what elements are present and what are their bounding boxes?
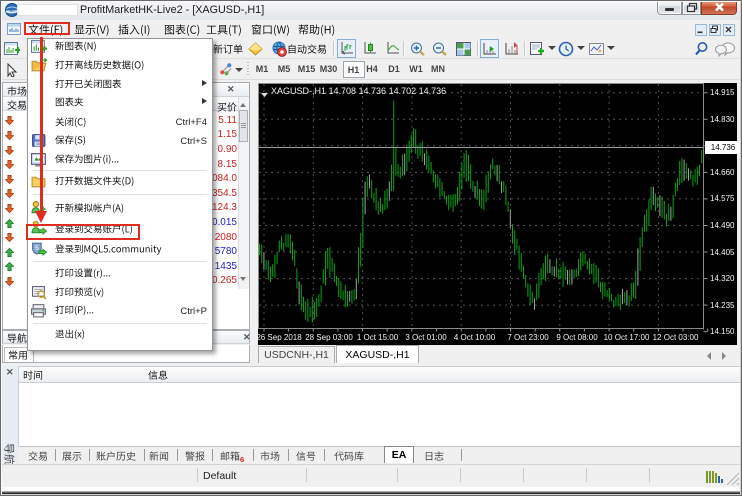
svg-text:5: 5 [35, 245, 39, 252]
